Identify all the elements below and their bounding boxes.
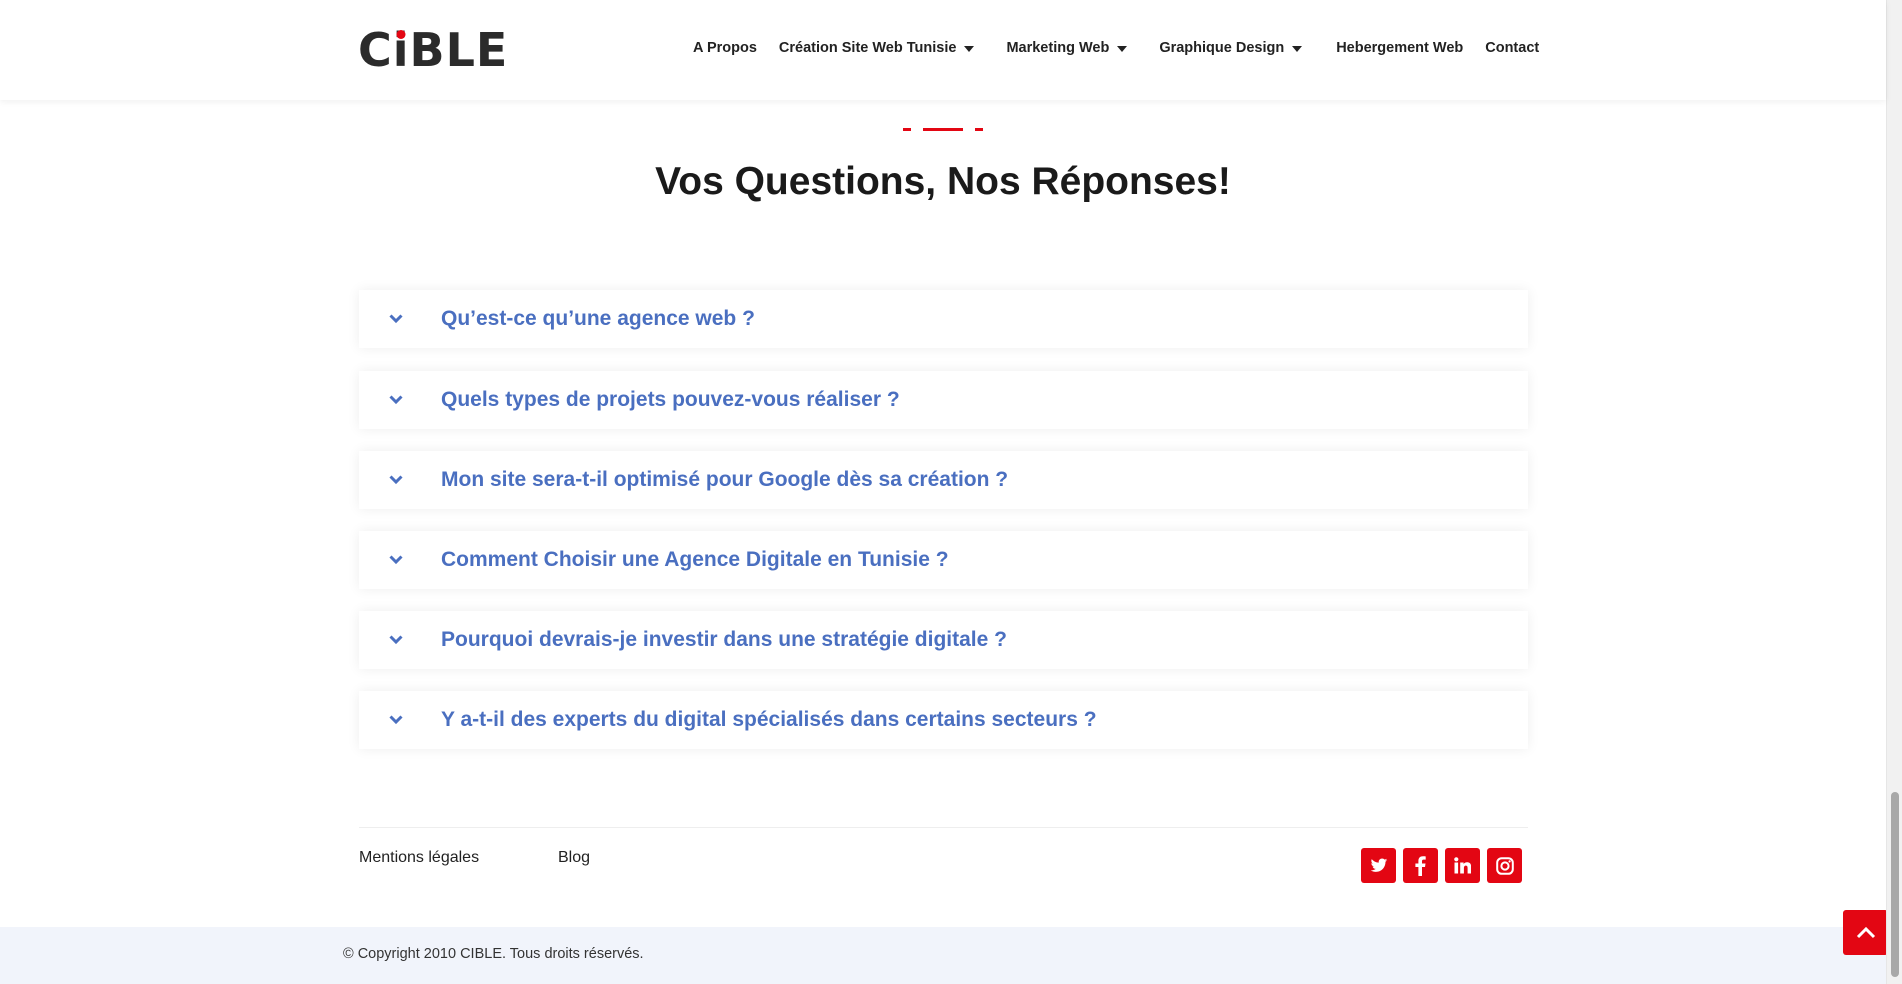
faq-question: Pourquoi devrais-je investir dans une st… — [441, 628, 1007, 651]
back-to-top-button[interactable] — [1843, 910, 1888, 955]
caret-down-icon — [1292, 46, 1303, 52]
title-decoration — [903, 128, 983, 131]
nav-item-marketing-web[interactable]: Marketing Web — [1006, 40, 1128, 56]
faq-item[interactable]: Pourquoi devrais-je investir dans une st… — [359, 611, 1528, 669]
footer-divider — [359, 827, 1528, 828]
faq-item[interactable]: Qu’est-ce qu’une agence web ? — [359, 290, 1528, 348]
nav-item-graphique-design[interactable]: Graphique Design — [1159, 40, 1303, 56]
instagram-icon[interactable] — [1487, 848, 1522, 883]
twitter-icon[interactable] — [1361, 848, 1396, 883]
faq-item[interactable]: Comment Choisir une Agence Digitale en T… — [359, 531, 1528, 589]
logo-red-dot — [396, 30, 406, 39]
chevron-down-icon — [389, 633, 403, 647]
chevron-up-icon — [1856, 926, 1875, 938]
faq-question: Quels types de projets pouvez-vous réali… — [441, 388, 900, 411]
nav-item-contact[interactable]: Contact — [1485, 40, 1539, 56]
faq-item[interactable]: Quels types de projets pouvez-vous réali… — [359, 371, 1528, 429]
chevron-down-icon — [389, 473, 403, 487]
faq-item[interactable]: Mon site sera-t-il optimisé pour Google … — [359, 451, 1528, 509]
footer-link-blog[interactable]: Blog — [558, 849, 590, 867]
nav-item-creation-site-web[interactable]: Création Site Web Tunisie — [779, 40, 975, 56]
chevron-down-icon — [389, 553, 403, 567]
faq-question: Y a-t-il des experts du digital spéciali… — [441, 708, 1097, 731]
caret-down-icon — [1117, 46, 1128, 52]
faq-title: Vos Questions, Nos Réponses! — [655, 160, 1231, 203]
faq-item[interactable]: Y a-t-il des experts du digital spéciali… — [359, 691, 1528, 749]
footer-link-mentions-legales[interactable]: Mentions légales — [359, 849, 479, 867]
faq-question: Comment Choisir une Agence Digitale en T… — [441, 548, 949, 571]
logo[interactable]: C i BLE — [358, 26, 508, 74]
chevron-down-icon — [389, 393, 403, 407]
scrollbar-thumb[interactable] — [1891, 792, 1899, 977]
footer-bottom-bar — [0, 927, 1886, 984]
chevron-down-icon — [389, 312, 403, 326]
faq-question: Mon site sera-t-il optimisé pour Google … — [441, 468, 1009, 491]
faq-question: Qu’est-ce qu’une agence web ? — [441, 307, 755, 330]
page-scrollbar[interactable] — [1886, 0, 1902, 984]
nav-item-a-propos[interactable]: A Propos — [693, 40, 757, 56]
linkedin-icon[interactable] — [1445, 848, 1480, 883]
logo-letter-c: C — [358, 23, 393, 77]
logo-letters-ble: BLE — [409, 23, 509, 77]
site-header: C i BLE A Propos Création Site Web Tunis… — [0, 0, 1886, 100]
logo-letter-i: i — [392, 23, 410, 77]
chevron-down-icon — [389, 713, 403, 727]
nav-item-hebergement-web[interactable]: Hebergement Web — [1336, 40, 1463, 56]
caret-down-icon — [964, 46, 975, 52]
facebook-icon[interactable] — [1403, 848, 1438, 883]
copyright-text: © Copyright 2010 CIBLE. Tous droits rése… — [343, 946, 644, 962]
main-nav: A Propos Création Site Web Tunisie Marke… — [693, 40, 1539, 56]
